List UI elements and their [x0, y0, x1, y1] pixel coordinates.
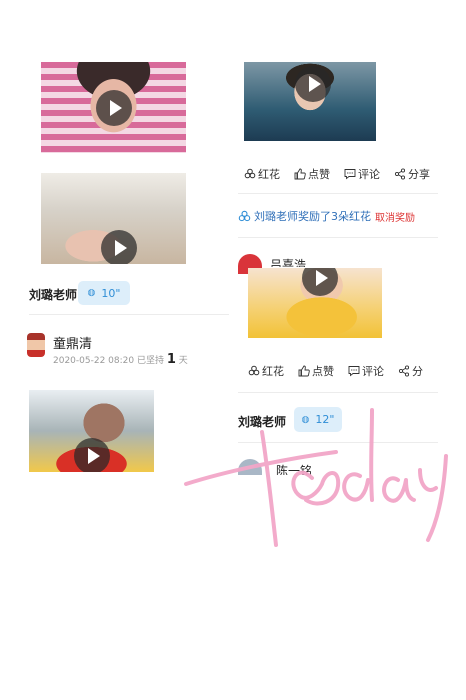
video-thumbnail[interactable]: [41, 62, 186, 153]
streak-prefix: 已坚持: [136, 356, 164, 366]
share-button[interactable]: 分享: [394, 166, 430, 182]
video-thumbnail[interactable]: [244, 62, 376, 141]
post-author-name[interactable]: 陈一铭: [276, 462, 312, 475]
share-label: 分享: [408, 168, 430, 181]
comment-button[interactable]: 评论: [348, 363, 384, 379]
divider: [238, 237, 438, 238]
like-button[interactable]: 点赞: [298, 363, 334, 379]
flower-icon: [238, 210, 251, 221]
comment-icon: [348, 366, 360, 377]
flower-button[interactable]: 红花: [244, 166, 280, 182]
play-icon[interactable]: [101, 229, 138, 264]
video-thumbnail[interactable]: [248, 268, 382, 338]
share-label: 分: [412, 365, 423, 378]
action-bar: 红花 点赞 评论 分享: [244, 166, 444, 182]
action-bar: 红花 点赞 评论 分: [248, 363, 437, 379]
avatar[interactable]: [27, 333, 45, 357]
reward-text: 刘璐老师奖励了3朵红花: [254, 210, 371, 223]
share-icon: [398, 365, 410, 377]
voice-message-badge[interactable]: ◍ 10": [78, 281, 130, 305]
voice-message-badge[interactable]: ◍ 12": [294, 407, 342, 432]
share-icon: [394, 168, 406, 180]
play-icon[interactable]: [294, 66, 331, 103]
video-thumbnail[interactable]: [41, 173, 186, 264]
divider: [238, 442, 438, 443]
flower-icon: [248, 365, 260, 376]
post-author-name[interactable]: 童鼎清: [53, 333, 92, 352]
streak-days: 1: [166, 352, 176, 367]
voice-duration: 12": [315, 413, 335, 426]
audio-wave-icon: ◍: [87, 288, 96, 298]
audio-wave-icon: ◍: [301, 414, 310, 425]
thumbs-up-icon: [298, 365, 310, 377]
comment-label: 评论: [362, 365, 384, 378]
flower-icon: [244, 168, 256, 179]
play-icon[interactable]: [302, 268, 339, 296]
like-button[interactable]: 点赞: [294, 166, 330, 182]
post-time: 2020-05-22 08:20: [53, 356, 135, 366]
post-author-name[interactable]: 吕喜浩: [270, 256, 306, 267]
comment-button[interactable]: 评论: [344, 166, 380, 182]
like-label: 点赞: [312, 365, 334, 378]
voice-comment-author: 刘璐老师:: [29, 288, 82, 302]
video-thumbnail[interactable]: [29, 390, 154, 472]
collage-page: 刘璐老师: ◍ 10" 童鼎清 2020-05-22 08:20 已坚持 1 天…: [0, 0, 466, 700]
post-meta: 2020-05-22 08:20 已坚持 1 天: [53, 352, 188, 367]
flower-label: 红花: [258, 168, 280, 181]
voice-duration: 10": [101, 286, 121, 300]
avatar[interactable]: [238, 459, 262, 475]
play-icon[interactable]: [73, 437, 110, 472]
cancel-reward-link[interactable]: 取消奖励: [375, 209, 415, 224]
thumbs-up-icon: [294, 168, 306, 180]
comment-label: 评论: [358, 168, 380, 181]
divider: [29, 314, 229, 315]
streak-suffix: 天: [178, 356, 188, 366]
like-label: 点赞: [308, 168, 330, 181]
play-icon[interactable]: [95, 89, 132, 126]
share-button[interactable]: 分: [398, 363, 423, 379]
divider: [238, 193, 438, 194]
flower-label: 红花: [262, 365, 284, 378]
voice-comment-author: 刘璐老师: [238, 415, 287, 429]
divider: [238, 392, 438, 393]
reward-line: 刘璐老师奖励了3朵红花 取消奖励: [238, 208, 415, 224]
flower-button[interactable]: 红花: [248, 363, 284, 379]
comment-icon: [344, 169, 356, 180]
